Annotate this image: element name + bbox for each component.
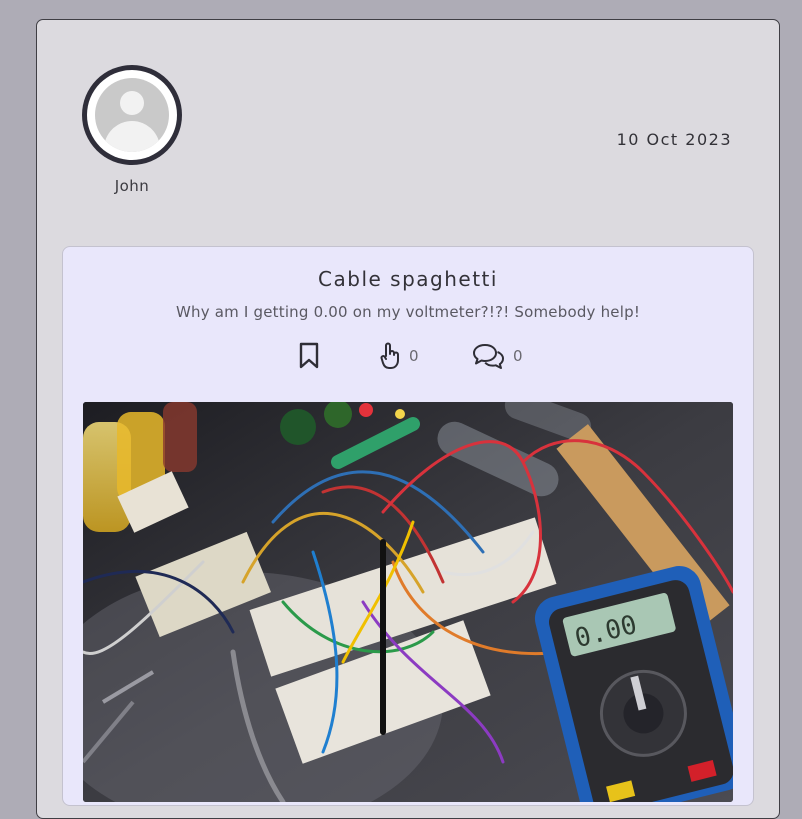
likes-count: 0 [409,347,419,365]
like-button[interactable]: 0 [379,341,419,371]
post-body: Why am I getting 0.00 on my voltmeter?!?… [175,303,641,321]
post-author[interactable]: John [82,65,182,195]
comments-button[interactable]: 0 [471,341,523,371]
circuit-photo: 0.00 [83,402,733,802]
post-date: 10 Oct 2023 [616,130,732,149]
bookmark-icon [299,342,319,369]
comments-icon [473,344,504,369]
author-name[interactable]: John [82,177,182,195]
pointing-hand-icon [380,342,399,369]
bookmark-button[interactable] [297,341,321,371]
comments-count: 0 [513,347,523,365]
post-card: John 10 Oct 2023 Cable spaghetti Why am … [36,19,780,819]
post-image[interactable]: 0.00 [83,402,733,802]
default-avatar-icon [87,70,177,160]
post-title: Cable spaghetti [318,267,498,291]
post-content: Cable spaghetti Why am I getting 0.00 on… [62,246,754,806]
avatar[interactable] [82,65,182,165]
post-actions: 0 0 [63,341,753,371]
